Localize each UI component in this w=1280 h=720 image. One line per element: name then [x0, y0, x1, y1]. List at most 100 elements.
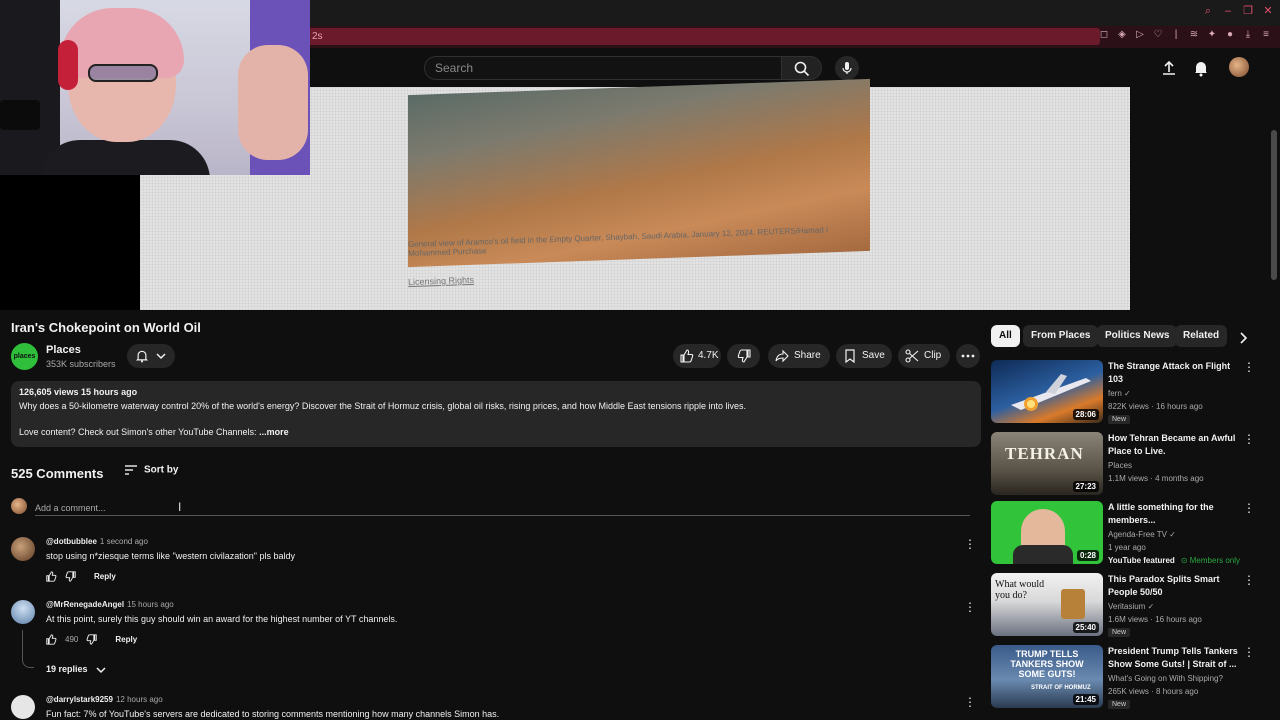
video-thumbnail[interactable]: 28:06 [991, 360, 1103, 423]
comment-time[interactable]: 1 second ago [100, 537, 148, 546]
recommendation-menu-icon[interactable]: ⋮ [1243, 573, 1255, 587]
comment-time[interactable]: 15 hours ago [127, 600, 174, 609]
recommendation-item[interactable]: TRUMP TELLS TANKERS SHOW SOME GUTS! STRA… [991, 645, 1261, 709]
clip-label: Clip [924, 350, 942, 361]
recommendation-menu-icon[interactable]: ⋮ [1243, 360, 1255, 374]
address-bar[interactable] [300, 28, 1100, 45]
bell-icon [135, 350, 149, 363]
search-input[interactable] [425, 57, 781, 79]
recommendation-channel[interactable]: Veritasium ✓ [1108, 602, 1154, 611]
subscriber-count: 353K subscribers [46, 359, 116, 369]
share-button[interactable]: Share [768, 344, 830, 368]
comment-like-count: 490 [65, 635, 79, 644]
download-icon[interactable]: ⤓ [1242, 29, 1254, 41]
verified-icon: ✓ [1124, 389, 1131, 398]
video-thumbnail[interactable]: TRUMP TELLS TANKERS SHOW SOME GUTS! STRA… [991, 645, 1103, 708]
play-icon[interactable]: ▷ [1134, 29, 1146, 41]
new-badge: New [1108, 700, 1131, 709]
recommendation-menu-icon[interactable]: ⋮ [1243, 645, 1255, 659]
more-actions-button[interactable] [956, 344, 980, 368]
video-thumbnail[interactable]: What would you do? 25:40 [991, 573, 1103, 636]
reply-button[interactable]: Reply [115, 635, 137, 644]
comment-menu-icon[interactable]: ⋮ [964, 537, 976, 551]
voice-search-button[interactable] [835, 56, 859, 80]
description-text: Why does a 50-kilometre waterway control… [19, 401, 747, 411]
close-icon[interactable]: ✕ [1262, 5, 1274, 17]
chevron-right-icon[interactable] [1236, 331, 1250, 345]
comment-text: Fun fact: 7% of YouTube's servers are de… [46, 709, 500, 719]
chip-from-places[interactable]: From Places [1023, 325, 1099, 347]
more-horizontal-icon [961, 354, 975, 358]
shield-icon[interactable]: ◈ [1116, 29, 1128, 41]
commenter-avatar[interactable] [11, 695, 35, 719]
restore-icon[interactable]: ❐ [1242, 5, 1254, 17]
translate-icon[interactable]: ≋ [1188, 29, 1200, 41]
comment-time[interactable]: 12 hours ago [116, 695, 163, 704]
thumbs-down-icon [737, 349, 751, 363]
subscribed-bell-button[interactable] [127, 344, 175, 368]
recommendation-menu-icon[interactable]: ⋮ [1243, 501, 1255, 515]
video-duration: 0:28 [1076, 550, 1099, 561]
recommendation-item[interactable]: What would you do? 25:40 This Paradox Sp… [991, 573, 1261, 637]
upload-icon[interactable] [1160, 59, 1178, 77]
save-button[interactable]: Save [836, 344, 892, 368]
minimize-icon[interactable]: – [1222, 5, 1234, 17]
comment-author[interactable]: @darrylstark9259 12 hours ago [46, 695, 163, 704]
recommendation-channel[interactable]: What's Going on With Shipping? [1108, 674, 1223, 683]
puzzle-icon[interactable]: ✦ [1206, 29, 1218, 41]
recommendation-channel[interactable]: Agenda-Free TV ✓ [1108, 530, 1176, 539]
comment-actions: Reply [46, 571, 116, 582]
notifications-bell-icon[interactable] [1192, 59, 1210, 77]
sort-by-button[interactable]: Sort by [124, 464, 178, 476]
recommendation-item[interactable]: 28:06 The Strange Attack on Flight 103 f… [991, 360, 1261, 424]
page-scrollbar[interactable] [1271, 130, 1277, 280]
scissors-icon [905, 349, 919, 363]
thumbs-down-icon[interactable] [65, 571, 76, 582]
chip-politics-news[interactable]: Politics News [1097, 325, 1178, 347]
recommendation-title[interactable]: President Trump Tells Tankers Show Some … [1108, 645, 1244, 671]
thumbs-up-icon[interactable] [46, 634, 57, 645]
recommendation-title[interactable]: How Tehran Became an Awful Place to Live… [1108, 432, 1244, 458]
show-more-link[interactable]: ...more [259, 427, 289, 437]
clip-button[interactable]: Clip [898, 344, 950, 368]
chip-related[interactable]: Related [1175, 325, 1228, 347]
view-replies-button[interactable]: 19 replies [46, 664, 106, 675]
recommendation-menu-icon[interactable]: ⋮ [1243, 432, 1255, 446]
reply-button[interactable]: Reply [94, 572, 116, 581]
channel-name[interactable]: Places [46, 344, 81, 356]
recommendation-title[interactable]: This Paradox Splits Smart People 50/50 [1108, 573, 1244, 599]
add-comment-input[interactable] [35, 499, 970, 517]
thumbs-down-icon[interactable] [86, 634, 98, 645]
commenter-avatar[interactable] [11, 600, 35, 624]
description-box[interactable] [11, 381, 981, 447]
video-thumbnail[interactable]: TEHRAN 27:23 [991, 432, 1103, 495]
recommendation-channel[interactable]: Places [1108, 461, 1132, 470]
thumbnail-text: TEHRAN [1005, 444, 1084, 463]
recommendation-channel[interactable]: fern ✓ [1108, 389, 1131, 398]
commenter-avatar[interactable] [11, 537, 35, 561]
recommendation-item[interactable]: TEHRAN 27:23 How Tehran Became an Awful … [991, 432, 1261, 496]
channel-avatar[interactable]: places [11, 343, 38, 370]
search-icon[interactable]: ⌕ [1202, 5, 1214, 17]
profile-icon[interactable]: ● [1224, 29, 1236, 41]
bookmark-icon[interactable]: ◻ [1098, 29, 1110, 41]
recommendation-title[interactable]: The Strange Attack on Flight 103 [1108, 360, 1244, 386]
chip-all[interactable]: All [991, 325, 1020, 347]
comment-menu-icon[interactable]: ⋮ [964, 600, 976, 614]
heart-icon[interactable]: ♡ [1152, 29, 1164, 41]
comment-thread: @darrylstark9259 12 hours ago Fun fact: 7… [11, 695, 976, 720]
description-line2: Love content? Check out Simon's other Yo… [19, 427, 289, 437]
comment-author[interactable]: @dotbubblee 1 second ago [46, 537, 148, 546]
recommendation-title[interactable]: A little something for the members... [1108, 501, 1244, 527]
search-button[interactable] [782, 56, 822, 80]
account-avatar[interactable] [1229, 57, 1249, 77]
recommendation-item[interactable]: 0:28 A little something for the members.… [991, 501, 1261, 565]
like-button[interactable]: 4.7K [673, 344, 721, 368]
thumbs-up-icon[interactable] [46, 571, 57, 582]
comment-author[interactable]: @MrRenegadeAngel 15 hours ago [46, 600, 174, 609]
dislike-button[interactable] [727, 344, 760, 368]
menu-icon[interactable]: ≡ [1260, 29, 1272, 41]
share-icon [775, 349, 789, 363]
video-thumbnail[interactable]: 0:28 [991, 501, 1103, 564]
comment-menu-icon[interactable]: ⋮ [964, 695, 976, 709]
